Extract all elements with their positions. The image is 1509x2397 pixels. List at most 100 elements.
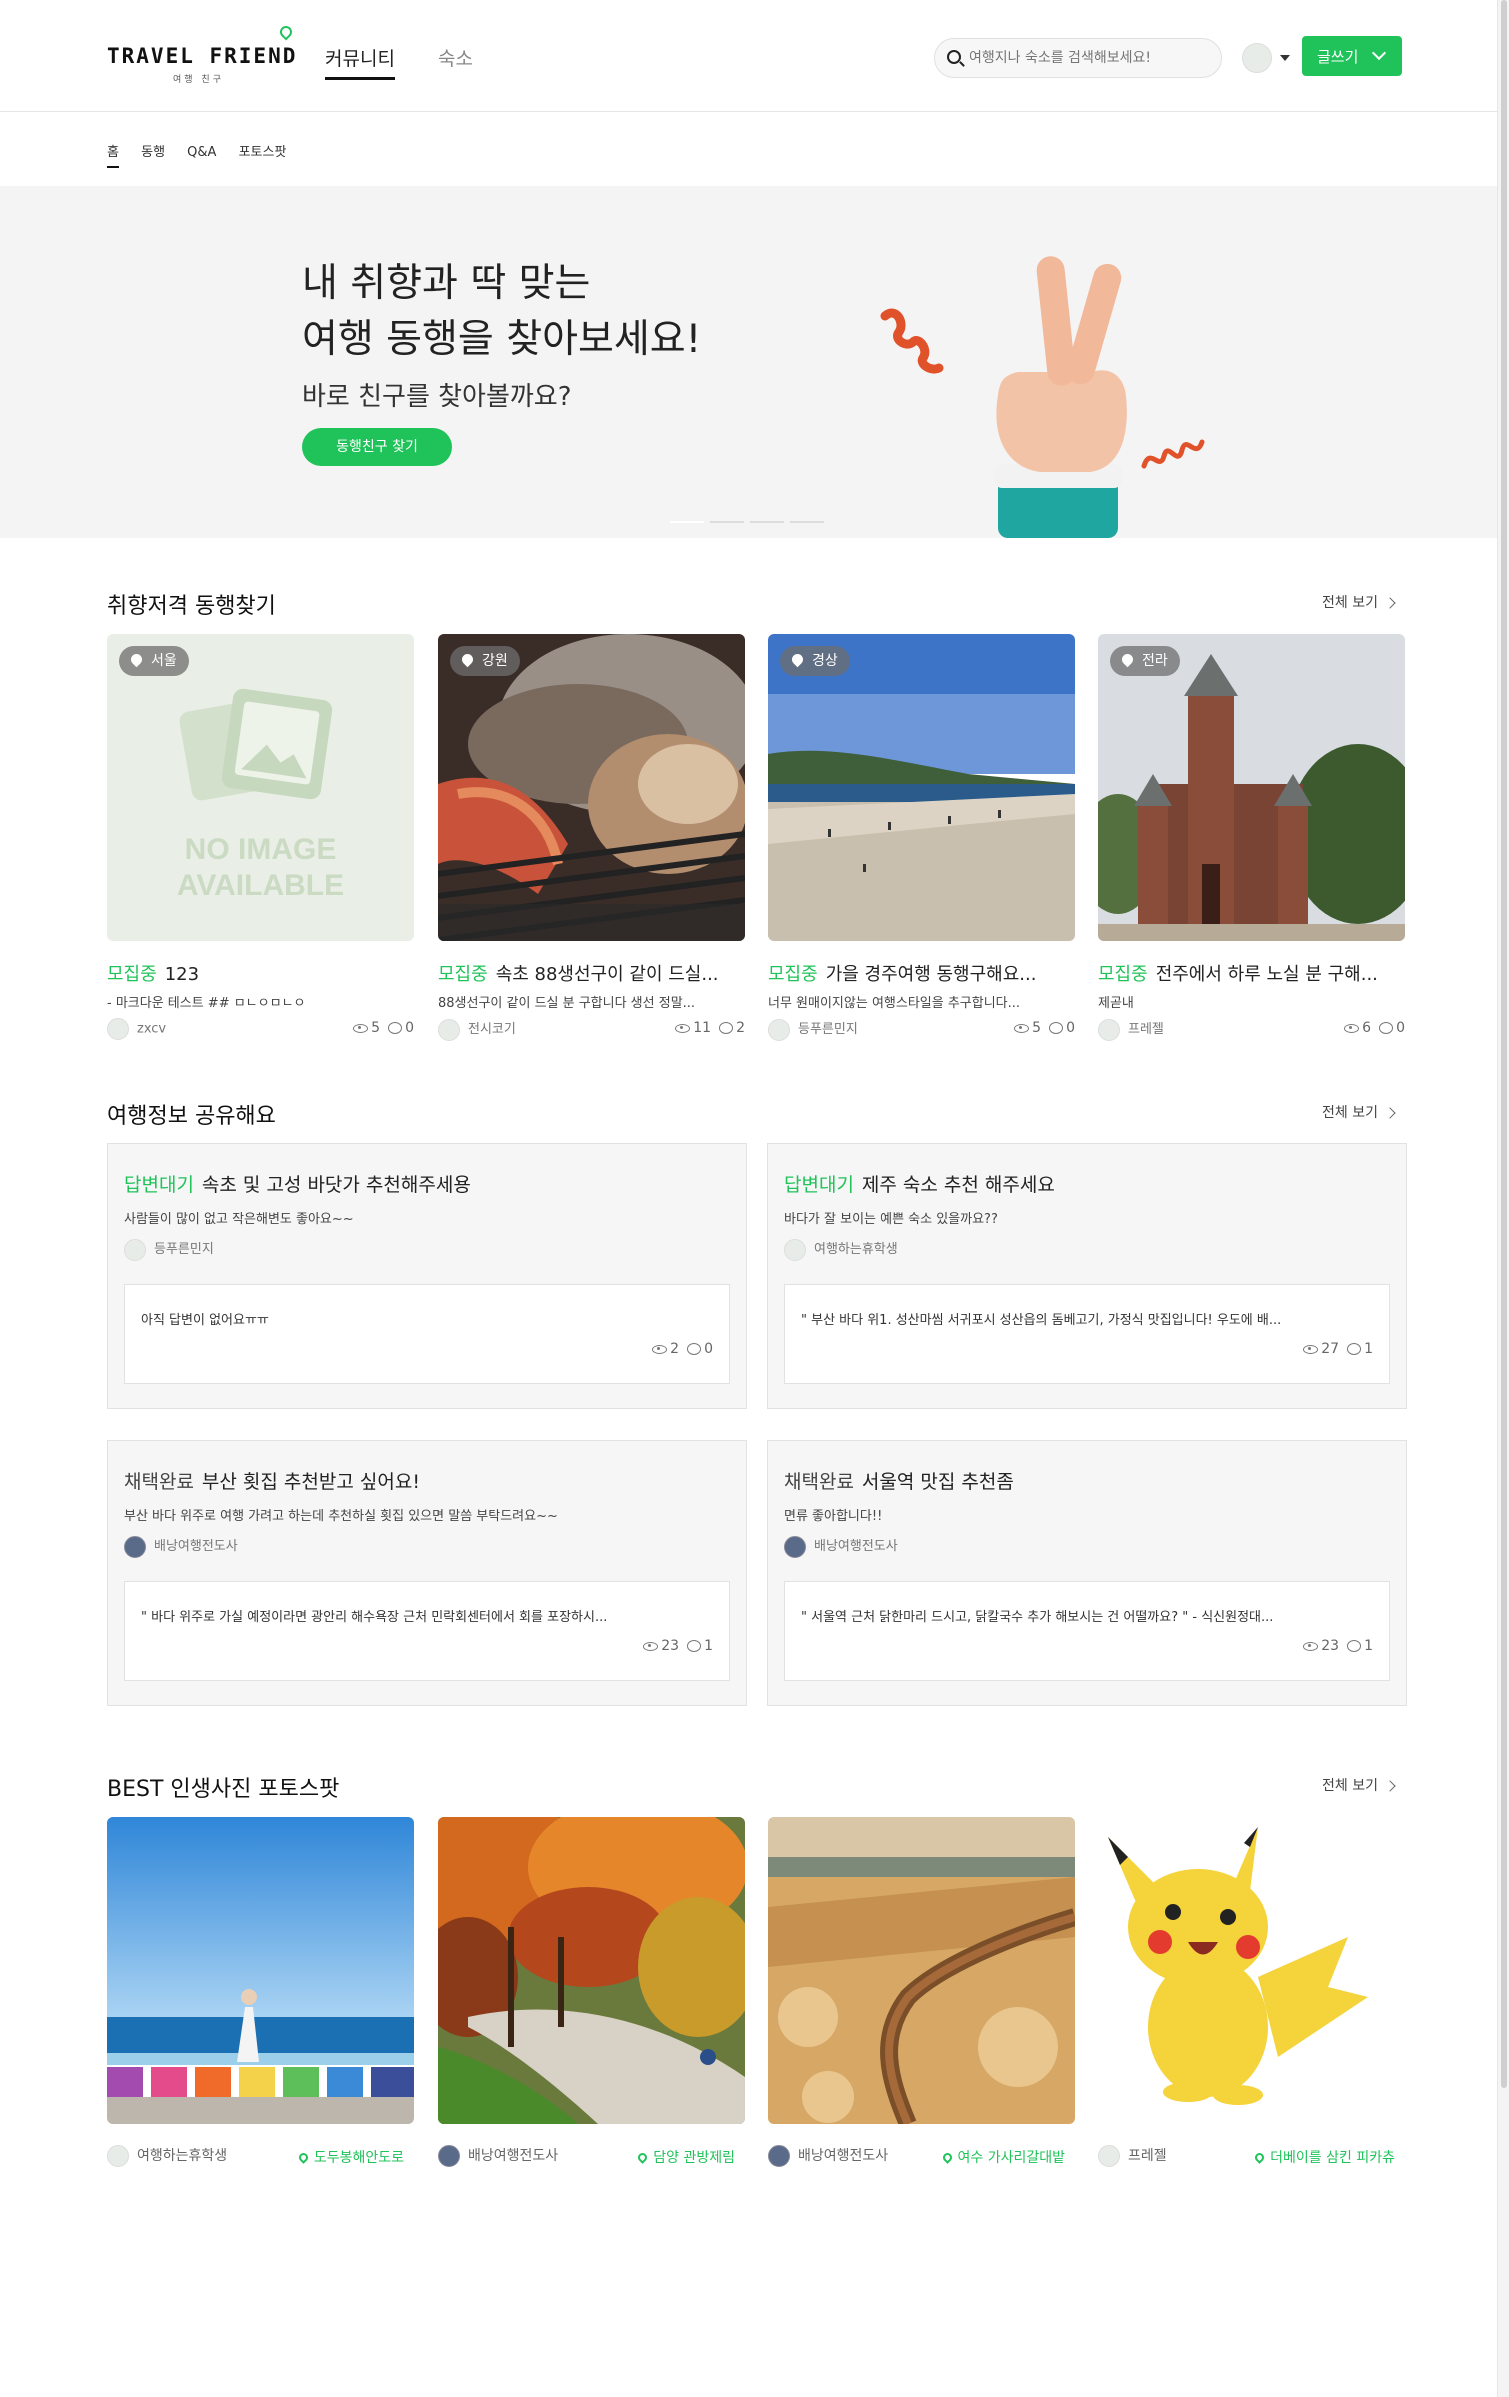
subnav-home[interactable]: 홈	[107, 141, 119, 168]
banner-dot[interactable]	[750, 521, 784, 523]
qna-desc: 면류 좋아합니다!!	[784, 1509, 883, 1524]
card-title[interactable]: 모집중 123	[107, 960, 414, 986]
card-author[interactable]: 프레젤	[1098, 1018, 1164, 1041]
card-image[interactable]: NO IMAGE AVAILABLE 서울	[107, 634, 414, 941]
qna-author[interactable]: 배낭여행전도사	[784, 1535, 898, 1558]
author-name: 배낭여행전도사	[814, 1539, 898, 1554]
photo-location[interactable]: 여수 가사리갈대밭	[940, 2147, 1065, 2167]
answer-box[interactable]: 아직 답변이 없어요ㅠㅠ 20	[124, 1284, 730, 1384]
photo-location[interactable]: 도두봉해안도로	[296, 2147, 404, 2167]
banner-pagination[interactable]	[670, 508, 850, 523]
logo-text: TRAVEL FRIEND	[107, 44, 298, 68]
user-avatar[interactable]	[1242, 43, 1272, 73]
qna-card[interactable]: 답변대기 속초 및 고성 바닷가 추천해주세용 사람들이 많이 없고 작은해변도 …	[107, 1143, 747, 1409]
qna-author[interactable]: 여행하는휴학생	[784, 1238, 898, 1261]
card-author[interactable]: 전시코기	[438, 1018, 516, 1041]
avatar	[438, 1018, 460, 1041]
answer-text: " 바다 위주로 가실 예정이라면 광안리 해수욕장 근처 민락회센터에서 회를…	[141, 1610, 608, 1625]
card-desc: 88생선구이 같이 드실 분 구합니다 생선 정말...	[438, 996, 696, 1011]
eye-icon	[675, 1023, 691, 1033]
subnav-photospot[interactable]: 포토스팟	[239, 141, 287, 160]
banner-heading-line2: 여행 동행을 찾아보세요!	[302, 317, 702, 362]
location-pin-icon	[940, 2151, 954, 2164]
eye-icon	[1014, 1023, 1030, 1033]
nav-stay[interactable]: 숙소	[438, 44, 473, 71]
photo-location[interactable]: 담양 관방제림	[636, 2147, 735, 2167]
search-icon[interactable]	[947, 50, 961, 64]
location-pin-icon	[636, 2151, 650, 2164]
qna-title[interactable]: 채택완료 서울역 맛집 추천좀	[784, 1467, 1014, 1494]
qna-author[interactable]: 배낭여행전도사	[124, 1535, 238, 1558]
card-author[interactable]: 등푸른민지	[768, 1018, 858, 1041]
qna-title[interactable]: 답변대기 제주 숙소 추천 해주세요	[784, 1170, 1055, 1197]
author-name: zxcv	[137, 1021, 167, 1037]
subnav-companion[interactable]: 동행	[141, 141, 165, 160]
avatar	[784, 1238, 806, 1261]
view-count: 23	[661, 1638, 680, 1654]
photo-image[interactable]	[768, 1817, 1075, 2124]
no-image-text: NO IMAGE AVAILABLE	[176, 833, 345, 902]
card-desc: - 마크다운 테스트 ## ㅁㄴㅇㅁㄴㅇ	[107, 996, 306, 1011]
subnav-qna[interactable]: Q&A	[187, 145, 216, 160]
squiggle-decoration	[880, 308, 944, 374]
companion-more-link[interactable]: 전체 보기	[1322, 592, 1394, 612]
photo-location[interactable]: 더베이를 삼킨 피카츄	[1253, 2147, 1395, 2167]
search-input[interactable]	[969, 47, 1209, 69]
banner-subheading: 바로 친구를 찾아볼까요?	[302, 382, 572, 412]
photo-image[interactable]	[107, 1817, 414, 2124]
card-author[interactable]: zxcv	[107, 1018, 166, 1040]
qna-card[interactable]: 채택완료 부산 횟집 추천받고 싶어요! 부산 바다 위주로 여행 가려고 하는데…	[107, 1440, 747, 1706]
answer-box[interactable]: " 바다 위주로 가실 예정이라면 광안리 해수욕장 근처 민락회센터에서 회를…	[124, 1581, 730, 1681]
card-title[interactable]: 모집중 속초 88생선구이 같이 드실...	[438, 960, 745, 986]
find-companion-button[interactable]: 동행친구 찾기	[302, 428, 452, 466]
location-name: 더베이를 삼킨 피카츄	[1270, 2150, 1395, 2166]
card-title[interactable]: 모집중 가을 경주여행 동행구해요...	[768, 960, 1075, 986]
banner-dot[interactable]	[790, 521, 824, 523]
qna-card[interactable]: 채택완료 서울역 맛집 추천좀 면류 좋아합니다!! 배낭여행전도사 " 서울역 …	[767, 1440, 1407, 1706]
card-image[interactable]: 강원	[438, 634, 745, 941]
write-button-label: 글쓰기	[1317, 48, 1359, 66]
photo-image[interactable]	[1098, 1817, 1405, 2124]
answer-status: 답변대기	[124, 1174, 194, 1196]
photo-author[interactable]: 프레젤	[1098, 2145, 1167, 2167]
caret-down-icon[interactable]	[1280, 55, 1290, 61]
photo-author[interactable]: 배낭여행전도사	[438, 2145, 558, 2167]
card-image[interactable]: 전라	[1098, 634, 1405, 941]
banner-heading: 내 취향과 딱 맞는 여행 동행을 찾아보세요!	[302, 256, 701, 368]
card-title[interactable]: 모집중 전주에서 하루 노실 분 구해...	[1098, 960, 1405, 986]
region-tag: 서울	[119, 646, 189, 676]
recruit-status: 모집중	[768, 964, 818, 985]
scrollbar-thumb[interactable]	[1501, 0, 1507, 2088]
banner-dot[interactable]	[710, 521, 744, 523]
qna-card[interactable]: 답변대기 제주 숙소 추천 해주세요 바다가 잘 보이는 예쁜 숙소 있을까요??…	[767, 1143, 1407, 1409]
author-name: 여행하는휴학생	[814, 1242, 898, 1257]
nav-community[interactable]: 커뮤니티	[325, 44, 395, 80]
coastal-road-photo	[107, 1817, 414, 2124]
avatar	[784, 1535, 806, 1558]
site-logo[interactable]: TRAVEL FRIEND 여행 친구	[107, 23, 298, 85]
write-button[interactable]: 글쓰기	[1302, 36, 1402, 76]
answer-box[interactable]: " 부산 바다 위1. 성산마씸 서귀포시 성산읍의 돔베고기, 가정식 맛집입…	[784, 1284, 1390, 1384]
qna-title-text: 속초 및 고성 바닷가 추천해주세용	[201, 1174, 471, 1196]
qna-title[interactable]: 답변대기 속초 및 고성 바닷가 추천해주세용	[124, 1170, 471, 1197]
eye-icon	[353, 1023, 369, 1033]
photospot-section-title: BEST 인생사진 포토스팟	[107, 1777, 340, 1802]
qna-more-link[interactable]: 전체 보기	[1322, 1102, 1394, 1122]
chevron-down-icon	[1371, 45, 1387, 61]
photo-author[interactable]: 여행하는휴학생	[107, 2145, 227, 2167]
qna-author[interactable]: 등푸른민지	[124, 1238, 214, 1261]
photo-author[interactable]: 배낭여행전도사	[768, 2145, 888, 2167]
author-name: 배낭여행전도사	[468, 2148, 559, 2164]
photo-image[interactable]	[438, 1817, 745, 2124]
qna-title[interactable]: 채택완료 부산 횟집 추천받고 싶어요!	[124, 1467, 420, 1494]
eye-icon	[643, 1641, 659, 1651]
site-header: TRAVEL FRIEND 여행 친구 커뮤니티 숙소 글쓰기	[0, 0, 1497, 112]
comment-count: 0	[1396, 1020, 1405, 1036]
photospot-more-link[interactable]: 전체 보기	[1322, 1775, 1394, 1795]
page-scrollbar[interactable]	[1497, 0, 1509, 2397]
autumn-trees-photo	[438, 1817, 745, 2124]
banner-dot[interactable]	[670, 521, 704, 523]
card-image[interactable]: 경상	[768, 634, 1075, 941]
answer-box[interactable]: " 서울역 근처 닭한마리 드시고, 닭칼국수 추가 해보시는 건 어떨까요? …	[784, 1581, 1390, 1681]
qna-title-text: 제주 숙소 추천 해주세요	[861, 1174, 1055, 1196]
